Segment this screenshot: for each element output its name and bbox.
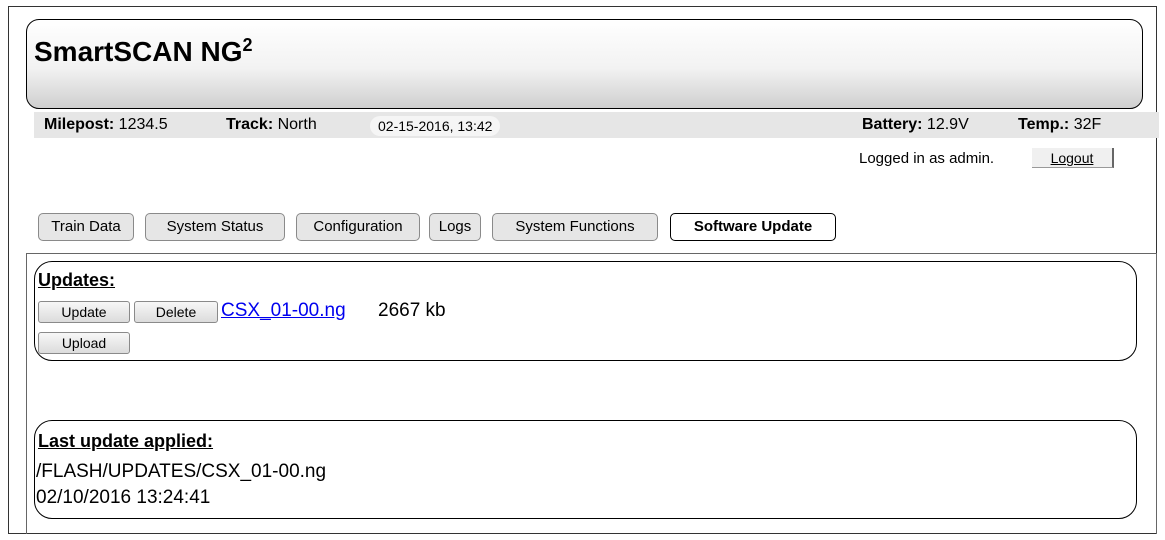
- temp-label: Temp.:: [1018, 116, 1070, 133]
- track-value: North: [277, 116, 317, 133]
- tab-logs[interactable]: Logs: [429, 213, 481, 241]
- last-update-path: /FLASH/UPDATES/CSX_01-00.ng: [36, 461, 327, 482]
- update-file-size: 2667 kb: [378, 300, 446, 321]
- update-file-link[interactable]: CSX_01-00.ng: [221, 300, 346, 322]
- battery-value: 12.9V: [926, 116, 969, 133]
- battery-label: Battery:: [862, 116, 923, 133]
- app-title: SmartSCAN NG2: [34, 35, 253, 67]
- delete-button[interactable]: Delete: [134, 301, 218, 323]
- upload-button[interactable]: Upload: [38, 332, 130, 354]
- last-update-title: Last update applied:: [38, 431, 214, 451]
- milepost-info: Milepost: 1234.5: [44, 116, 168, 134]
- tab-system-status[interactable]: System Status: [145, 213, 285, 241]
- tab-system-functions[interactable]: System Functions: [492, 213, 658, 241]
- datetime-display: 02-15-2016, 13:42: [370, 116, 501, 136]
- milepost-value: 1234.5: [118, 116, 168, 133]
- tab-configuration[interactable]: Configuration: [296, 213, 420, 241]
- battery-info: Battery: 12.9V: [862, 116, 969, 134]
- track-label: Track:: [226, 116, 274, 133]
- logout-button[interactable]: Logout: [1032, 148, 1114, 168]
- app-title-superscript: 2: [242, 35, 253, 55]
- track-info: Track: North: [226, 116, 317, 134]
- app-title-text: SmartSCAN NG: [34, 36, 243, 67]
- milepost-label: Milepost:: [44, 116, 115, 133]
- temp-info: Temp.: 32F: [1018, 116, 1101, 134]
- temp-value: 32F: [1073, 116, 1102, 133]
- logged-in-text: Logged in as admin.: [859, 150, 995, 167]
- update-button[interactable]: Update: [38, 301, 130, 323]
- updates-title: Updates:: [38, 270, 116, 290]
- tab-software-update[interactable]: Software Update: [670, 213, 836, 241]
- tab-train-data[interactable]: Train Data: [38, 213, 134, 241]
- last-update-timestamp: 02/10/2016 13:24:41: [36, 487, 211, 508]
- status-bar: [34, 112, 1159, 138]
